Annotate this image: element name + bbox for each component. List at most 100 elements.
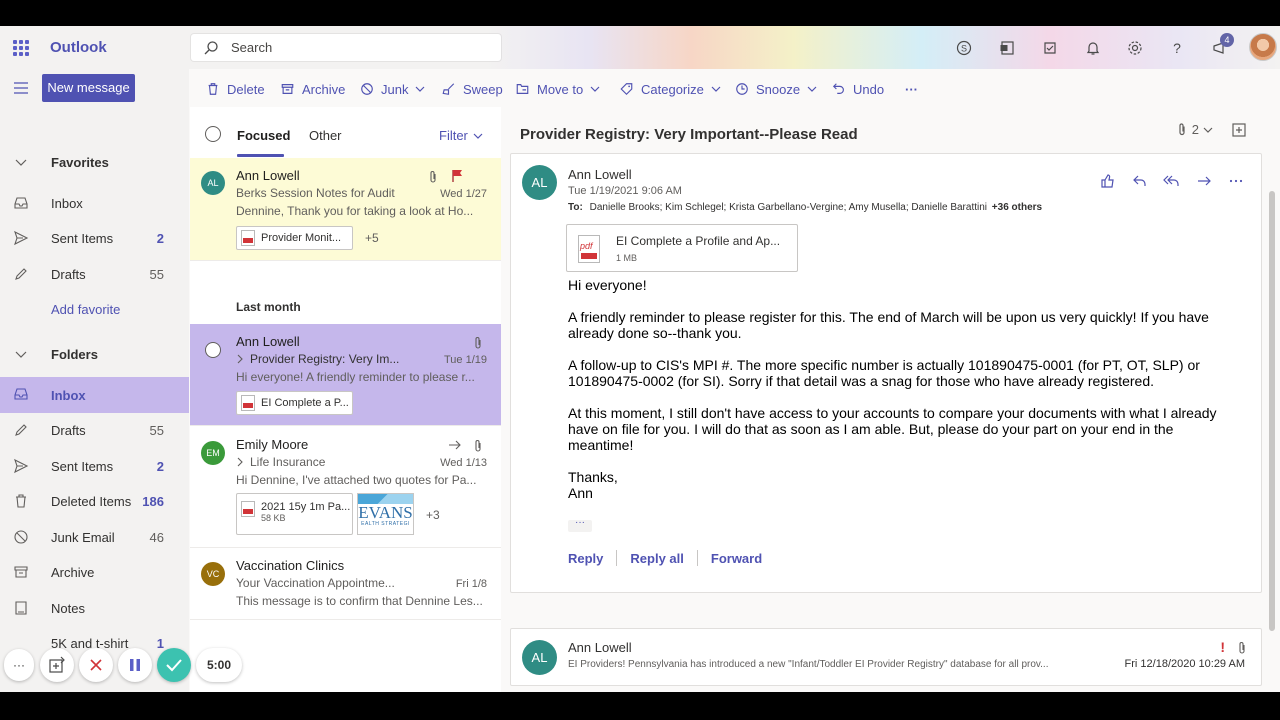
gear-icon[interactable] — [1125, 38, 1145, 58]
more-commands-button[interactable]: ··· — [905, 80, 918, 98]
blocked-icon — [361, 83, 373, 95]
high-importance-icon: ! — [1220, 639, 1225, 655]
recorder-pause-button[interactable] — [118, 648, 152, 682]
attachment-chip[interactable]: Provider Monit... — [236, 226, 353, 250]
unread-count: 2 — [156, 459, 164, 474]
help-icon[interactable]: ? — [1167, 38, 1187, 58]
bell-icon[interactable] — [1083, 38, 1103, 58]
app-title[interactable]: Outlook — [50, 39, 107, 56]
message-item[interactable]: EM Emily Moore Life Insurance Wed 1/13 H… — [190, 427, 501, 548]
folder-move-icon — [516, 84, 529, 94]
select-all-checkbox[interactable] — [205, 126, 221, 142]
hamburger-icon[interactable] — [13, 81, 29, 95]
body-paragraph: At this moment, I still don't have acces… — [568, 405, 1217, 453]
user-avatar[interactable] — [1249, 33, 1277, 61]
categorize-button[interactable]: Categorize — [619, 80, 728, 98]
pause-icon — [130, 659, 140, 671]
like-icon[interactable] — [1097, 172, 1119, 190]
more-attachments[interactable]: +5 — [365, 231, 379, 245]
favorites-header[interactable]: Favorites — [0, 145, 189, 179]
forward-arrow-icon — [449, 440, 461, 450]
show-quoted-text-button[interactable]: ··· — [568, 518, 592, 532]
archive-button[interactable]: Archive — [280, 80, 345, 98]
todo-icon[interactable] — [1040, 38, 1060, 58]
folder-sent-items[interactable]: Sent Items 2 — [0, 449, 189, 483]
reply-all-link[interactable]: Reply all — [630, 551, 683, 566]
undo-button[interactable]: Undo — [832, 80, 884, 98]
app-launcher-icon[interactable] — [13, 40, 29, 56]
filter-button[interactable]: Filter — [439, 128, 484, 143]
chevron-down-icon[interactable] — [1202, 125, 1214, 135]
snooze-button[interactable]: Snooze — [735, 80, 824, 98]
favorite-inbox[interactable]: Inbox — [0, 186, 189, 220]
email-sender[interactable]: Ann Lowell — [568, 167, 632, 182]
recorder-cancel-button[interactable] — [79, 648, 113, 682]
favorite-drafts[interactable]: Drafts 55 — [0, 257, 189, 291]
add-favorite-link[interactable]: Add favorite — [0, 292, 189, 326]
flag-icon[interactable] — [451, 169, 463, 183]
sender-avatar: VC — [201, 562, 225, 586]
folder-deleted-items[interactable]: Deleted Items 186 — [0, 484, 189, 518]
broom-icon — [442, 83, 455, 95]
skype-icon[interactable]: S — [954, 38, 974, 58]
pdf-icon — [241, 395, 255, 411]
folder-archive[interactable]: Archive — [0, 555, 189, 589]
move-to-button[interactable]: Move to — [515, 80, 607, 98]
message-item[interactable]: AL Ann Lowell Berks Session Notes for Au… — [190, 158, 501, 261]
reply-icon[interactable] — [1129, 172, 1151, 190]
folders-header[interactable]: Folders — [0, 337, 189, 371]
sweep-button[interactable]: Sweep — [441, 80, 503, 98]
reply-all-icon[interactable] — [1161, 172, 1183, 190]
email-recipients: To: Danielle Brooks; Kim Schlegel; Krist… — [568, 202, 1043, 213]
image-attachment-thumbnail[interactable]: EVANS EALTH STRATEGI — [357, 493, 414, 535]
trash-icon — [16, 494, 26, 508]
recorder-more-button[interactable]: ··· — [4, 649, 34, 681]
message-item[interactable]: VC Vaccination Clinics Your Vaccination … — [190, 548, 501, 620]
folder-notes[interactable]: Notes — [0, 591, 189, 625]
sender-avatar[interactable]: AL — [522, 165, 557, 200]
select-checkbox[interactable] — [205, 342, 221, 358]
folder-drafts[interactable]: Drafts 55 — [0, 413, 189, 447]
chevron-down-icon — [416, 86, 425, 92]
chevron-right-icon[interactable] — [236, 354, 244, 364]
tab-other[interactable]: Other — [309, 128, 342, 143]
favorite-sent-items[interactable]: Sent Items 2 — [0, 221, 189, 255]
search-box[interactable]: Search — [191, 34, 501, 61]
search-placeholder: Search — [231, 40, 273, 55]
tab-focused[interactable]: Focused — [237, 128, 290, 143]
message-preview: Hi Dennine, I've attached two quotes for… — [236, 473, 477, 487]
top-header: Outlook Search S ? 4 — [0, 26, 1280, 69]
new-message-button[interactable]: New message — [42, 74, 135, 102]
more-actions-icon[interactable] — [1225, 172, 1247, 190]
open-in-new-window-icon[interactable] — [1232, 122, 1246, 137]
paperclip-icon — [1239, 642, 1245, 654]
attachment-chip[interactable]: 2021 15y 1m Pa... 58 KB — [236, 493, 353, 535]
sender-avatar: AL — [522, 640, 557, 675]
folder-junk-email[interactable]: Junk Email 46 — [0, 520, 189, 554]
delete-button[interactable]: Delete — [206, 80, 265, 98]
reading-pane-scrollbar[interactable] — [1269, 191, 1275, 631]
attachment-chip[interactable]: EI Complete a P... — [236, 391, 353, 415]
folder-inbox[interactable]: Inbox — [0, 377, 189, 413]
message-subject: Life Insurance — [250, 455, 326, 469]
attachment-count[interactable]: 2 — [1192, 122, 1199, 137]
recorder-draw-button[interactable] — [40, 648, 74, 682]
collapsed-email[interactable]: AL Ann Lowell ! EI Providers! Pennsylvan… — [510, 628, 1262, 686]
paperclip-icon — [475, 337, 481, 349]
junk-button[interactable]: Junk — [360, 80, 432, 98]
attachment-card[interactable]: pdf EI Complete a Profile and Ap... 1 MB — [566, 224, 798, 272]
email-sender: Ann Lowell — [568, 640, 632, 655]
more-recipients-link[interactable]: +36 others — [992, 202, 1042, 213]
reply-link[interactable]: Reply — [568, 551, 603, 566]
more-attachments[interactable]: +3 — [426, 508, 440, 522]
inbox-icon — [14, 197, 28, 209]
list-header: Focused Other Filter — [190, 107, 501, 157]
chevron-right-icon[interactable] — [236, 457, 244, 467]
forward-icon[interactable] — [1193, 172, 1215, 190]
recorder-done-button[interactable] — [157, 648, 191, 682]
office-icon[interactable] — [997, 38, 1017, 58]
message-date: Wed 1/27 — [440, 188, 487, 200]
message-item-selected[interactable]: Ann Lowell Provider Registry: Very Im...… — [190, 324, 501, 426]
forward-link[interactable]: Forward — [711, 551, 762, 566]
body-paragraph: Ann — [568, 485, 593, 501]
